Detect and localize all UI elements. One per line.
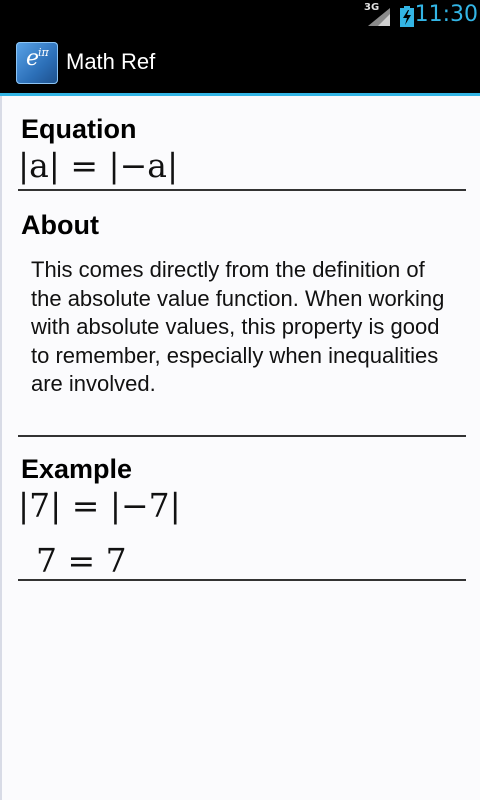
equation-formula: |a| = |−a| — [18, 146, 179, 185]
divider — [18, 579, 466, 581]
equation-heading: Equation — [21, 114, 137, 144]
signal-icon — [368, 8, 390, 26]
app-logo-icon[interactable]: e iπ — [16, 42, 58, 84]
status-bar: 3G 11:30 — [0, 0, 480, 33]
left-edge — [0, 96, 2, 800]
about-text: This comes directly from the definition … — [31, 257, 445, 396]
app-icon-exponent: iπ — [38, 46, 49, 59]
battery-charging-icon — [400, 6, 414, 27]
example-line-1: |7| = |−7| — [18, 486, 181, 525]
divider — [18, 435, 466, 437]
example-heading: Example — [21, 454, 133, 484]
content-area: Equation |a| = |−a| About This comes dir… — [0, 96, 480, 800]
divider — [18, 189, 466, 191]
about-heading: About — [21, 210, 99, 240]
example-line-2: 7 = 7 — [36, 541, 127, 580]
clock: 11:30 — [414, 2, 478, 27]
app-title: Math Ref — [66, 49, 156, 74]
action-bar: e iπ Math Ref — [0, 33, 480, 96]
